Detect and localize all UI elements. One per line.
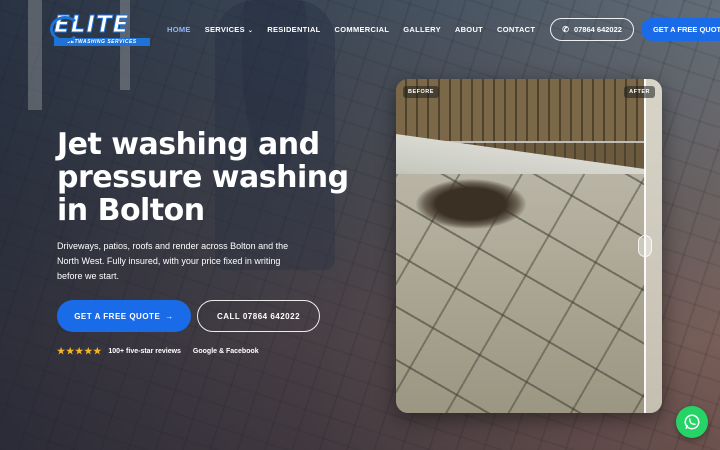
nav-item-services[interactable]: SERVICES ⌄ — [198, 25, 261, 34]
nav-item-about[interactable]: ABOUT — [448, 25, 490, 34]
nav-item-residential[interactable]: RESIDENTIAL — [260, 25, 327, 34]
after-label: AFTER — [624, 86, 655, 98]
site-logo[interactable]: ELITE JETWASHING SERVICES — [50, 10, 150, 48]
cta-quote-label: GET A FREE QUOTE — [74, 311, 161, 321]
arrow-right-icon: → — [165, 311, 174, 321]
nav-label: CONTACT — [497, 24, 536, 34]
nav-label: HOME — [167, 24, 191, 34]
call-button[interactable]: CALL 07864 642022 — [197, 300, 320, 332]
nav-label: SERVICES — [204, 24, 245, 34]
reviews-count: 100+ five-star reviews — [108, 348, 181, 355]
reviews-source: Google & Facebook — [192, 348, 259, 355]
rating-summary: ★★★★★ 100+ five-star reviews Google & Fa… — [57, 346, 259, 357]
nav-label: RESIDENTIAL — [267, 24, 321, 34]
main-nav: HOME SERVICES ⌄ RESIDENTIAL COMMERCIAL GA… — [160, 25, 542, 34]
whatsapp-icon — [684, 414, 700, 430]
nav-item-contact[interactable]: CONTACT — [490, 25, 542, 34]
logo-swoosh-icon — [50, 16, 80, 42]
star-icon: ★★★★★ — [57, 346, 103, 356]
hero-subtitle: Driveways, patios, roofs and render acro… — [57, 241, 289, 281]
nav-item-gallery[interactable]: GALLERY — [396, 25, 448, 34]
slider-handle[interactable]: ‹ — [638, 235, 652, 257]
nav-label: ABOUT — [454, 24, 484, 34]
header-quote-button[interactable]: GET A FREE QUOTE — [640, 17, 720, 41]
chevron-down-icon: ⌄ — [247, 27, 254, 34]
phone-label: 07864 642022 — [573, 24, 622, 34]
site-header: ELITE JETWASHING SERVICES HOME SERVICES ⌄… — [0, 0, 720, 58]
nav-label: GALLERY — [403, 24, 441, 34]
hero-title: Jet washing and pressure washing in Bolt… — [57, 127, 349, 228]
before-label: BEFORE — [403, 86, 439, 98]
get-free-quote-button[interactable]: GET A FREE QUOTE → — [57, 300, 191, 332]
whatsapp-button[interactable] — [676, 406, 708, 438]
header-phone-button[interactable]: ✆ 07864 642022 — [550, 17, 634, 41]
before-after-slider[interactable]: ‹ BEFORE AFTER — [396, 79, 662, 413]
before-image-debris — [416, 179, 526, 229]
nav-item-home[interactable]: HOME — [160, 25, 198, 34]
phone-icon: ✆ — [562, 24, 569, 34]
nav-label: COMMERCIAL — [334, 24, 390, 34]
nav-item-commercial[interactable]: COMMERCIAL — [328, 25, 397, 34]
